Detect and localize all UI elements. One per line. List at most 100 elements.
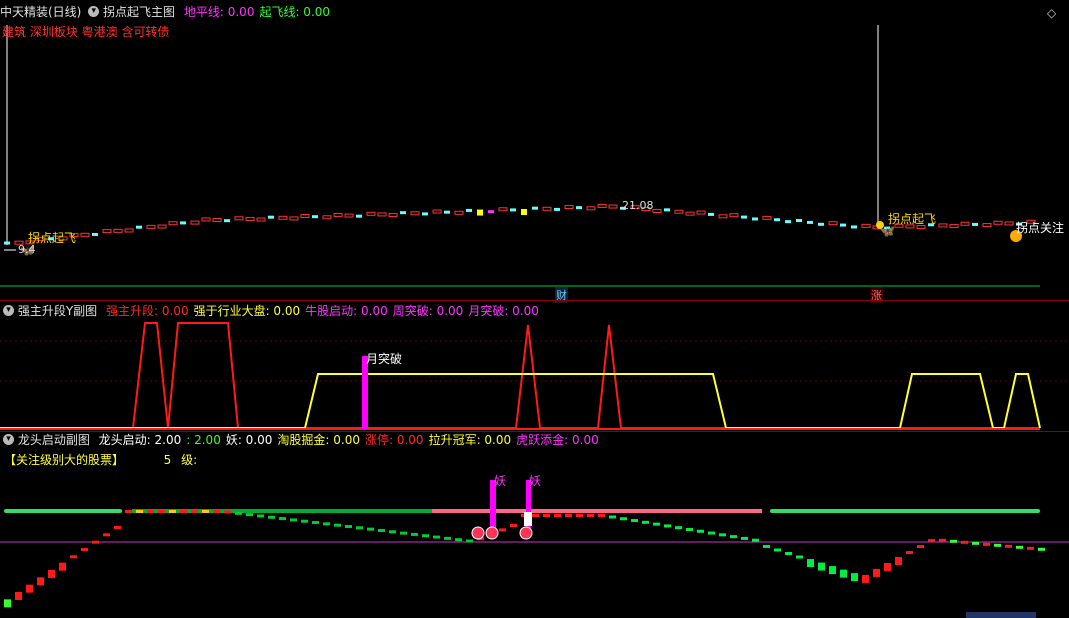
momentum-bar [356,526,363,530]
momentum-bar [1038,547,1045,551]
momentum-bar [268,515,275,519]
momentum-bar [587,514,594,517]
limit-up-ball-icon [471,526,485,540]
momentum-bar [950,539,957,543]
trend-band [132,509,432,513]
signal-label-right: 拐点起飞 [888,212,937,226]
momentum-bar [499,528,506,532]
candle [576,206,582,210]
diamond-icon[interactable]: ◇ [1047,6,1056,20]
momentum-bar [906,551,913,555]
momentum-bar [851,573,858,582]
candle [377,212,387,217]
candle [454,210,464,215]
candle [400,211,406,215]
candle [432,209,442,214]
candle [201,217,211,222]
momentum-bar [1016,545,1023,549]
main-chart-canvas[interactable]: 🦋🦋 [0,0,1069,300]
candle [696,210,706,215]
candle [180,221,186,225]
watch-label: 拐点关注 [1016,221,1065,235]
candle [840,223,846,227]
candle [136,225,142,229]
momentum-bar [862,574,869,583]
main-chart-panel[interactable]: 🦋🦋 中天精装(日线) 拐点起飞主图 地平线: 0.00 起飞线: 0.00 建筑… [0,0,1069,303]
candle [410,211,420,216]
momentum-bar [70,555,77,559]
momentum-bar [774,548,781,552]
momentum-bar [752,538,759,542]
momentum-bar [213,510,220,513]
momentum-bar [59,562,66,571]
momentum-bar [26,584,33,593]
yao-label-1: 妖 [494,474,507,488]
momentum-bar [609,515,616,519]
sub2-header: 龙头启动副图 龙头启动: 2.00: 2.00 妖: 0.00 淘股掘金: 0.00… [0,432,599,448]
candle [477,209,483,216]
candle [300,214,310,219]
momentum-bar [620,517,627,521]
momentum-bar [400,531,407,535]
signal-label-left: 拐点起飞 [28,231,77,245]
candle [510,208,516,212]
candle [608,204,618,209]
candle [960,221,970,226]
momentum-bar [158,510,165,513]
candle [422,212,428,216]
sub-chart-2-panel[interactable]: 龙头启动副图 龙头启动: 2.00: 2.00 妖: 0.00 淘股掘金: 0.00… [0,432,1069,618]
candle [157,224,167,229]
momentum-bar [543,514,550,517]
candle [333,212,343,217]
momentum-bar [136,510,143,513]
momentum-bar [367,527,374,531]
momentum-bar [983,542,990,546]
candle [168,221,178,226]
sub1-header: 强主升段Y副图 强主升段: 0.00 强于行业大盘: 0.00 牛股启动: 0.00… [0,303,539,319]
sub2-field-1: : 2.00 [186,433,221,447]
candle [102,229,112,234]
momentum-bar [378,528,385,532]
momentum-bar [422,534,429,538]
sub1-field-0: 强主升段: 0.00 [106,304,189,318]
candle [488,210,494,214]
candle [521,209,527,216]
momentum-bar [785,552,792,555]
candle [796,219,802,223]
candle [818,222,824,226]
indicator-menu-icon[interactable] [3,305,14,316]
sub2-indicator-name[interactable]: 龙头启动副图 [18,433,90,447]
sub2-field-2: 妖: 0.00 [225,433,273,447]
sub1-field-3: 周突破: 0.00 [392,304,464,318]
momentum-bar [807,559,814,568]
sub-chart-1-panel[interactable]: 强主升段Y副图 强主升段: 0.00 强于行业大盘: 0.00 牛股启动: 0.00… [0,301,1069,431]
momentum-bar [598,514,605,517]
indicator-menu-icon[interactable] [3,434,14,445]
momentum-bar [48,570,55,578]
sub2-field-3: 淘股掘金: 0.00 [277,433,360,447]
candle [785,220,791,224]
candle [542,206,552,211]
candle [532,206,538,210]
momentum-bar [576,514,583,517]
sub-chart-1-canvas[interactable] [0,301,1069,431]
signal-dot [876,221,884,229]
candle [752,217,758,221]
candle [498,207,508,212]
price-label: 21.08 [622,199,654,212]
sub1-indicator-name[interactable]: 强主升段Y副图 [18,304,97,318]
candle [586,206,596,211]
momentum-bar [345,525,352,528]
momentum-bar [290,518,297,522]
indicator-menu-icon[interactable] [88,6,100,17]
momentum-bar [114,526,121,529]
candle [718,214,728,219]
momentum-bar [323,522,330,526]
momentum-bar [829,566,836,575]
candle [597,203,607,208]
candle [289,216,299,221]
limit-up-ball-icon [519,526,533,540]
momentum-bar [796,555,803,559]
momentum-bar [719,533,726,537]
main-indicator-name[interactable]: 拐点起飞主图 [103,5,175,19]
